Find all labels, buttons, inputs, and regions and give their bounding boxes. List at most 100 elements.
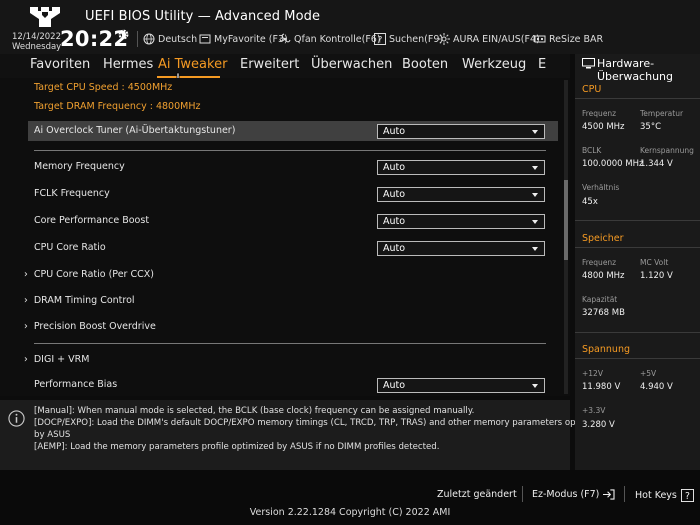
tab-erweitert[interactable]: Erweitert (240, 57, 299, 72)
bottom-separator (522, 486, 523, 502)
chevron-down-icon (532, 220, 538, 224)
section-divider (575, 98, 700, 99)
aura-label: AURA EIN/AUS(F4) (453, 33, 540, 45)
cpu-core-ratio-dropdown[interactable]: Auto (377, 241, 545, 256)
section-divider (575, 247, 700, 248)
ai-overclock-tuner-label[interactable]: Ai Overclock Tuner (Ai-Übertaktungstuner… (34, 125, 235, 136)
v33-label: +3.3V (582, 406, 606, 415)
aura-menu[interactable]: AURA EIN/AUS(F4) (438, 32, 540, 46)
chevron-down-icon (532, 166, 538, 170)
scrollbar-thumb[interactable] (564, 180, 568, 260)
last-modified-label: Zuletzt geändert (437, 489, 517, 500)
section-divider (34, 150, 546, 151)
fclk-frequency-value: Auto (383, 189, 406, 200)
submenu-dram-timing-control[interactable]: › DRAM Timing Control (24, 295, 135, 306)
ez-mode-button[interactable]: Ez-Modus (F7) (532, 489, 615, 500)
language-menu[interactable]: Deutsch (143, 32, 197, 46)
myfavorite-label: MyFavorite (F3) (214, 33, 288, 45)
tab-exit[interactable]: E (538, 57, 546, 72)
bottom-separator (624, 486, 625, 502)
performance-bias-label[interactable]: Performance Bias (34, 379, 117, 390)
submenu-label: Precision Boost Overdrive (33, 321, 156, 332)
mc-volt-value: 1.120 V (640, 271, 673, 281)
resize-bar-menu[interactable]: ReSize BAR (534, 32, 603, 46)
submenu-cpu-core-ratio-per-ccx[interactable]: › CPU Core Ratio (Per CCX) (24, 269, 154, 280)
last-modified-button[interactable]: Zuletzt geändert (437, 489, 517, 500)
fclk-frequency-label[interactable]: FCLK Frequency (34, 188, 110, 199)
tab-booten[interactable]: Booten (402, 57, 448, 72)
header-separator (137, 31, 138, 47)
submenu-label: CPU Core Ratio (Per CCX) (33, 269, 154, 280)
favorite-icon (199, 34, 211, 44)
section-divider (575, 332, 700, 333)
qfan-menu[interactable]: Qfan Kontrolle(F6) (279, 32, 381, 46)
cpu-frequency-label: Frequenz (582, 109, 617, 118)
memory-frequency-label[interactable]: Memory Frequency (34, 161, 125, 172)
qfan-label: Qfan Kontrolle(F6) (294, 33, 381, 45)
target-dram-frequency: Target DRAM Frequency : 4800MHz (34, 101, 201, 112)
exit-arrow-icon (603, 489, 615, 500)
help-line-docp: [DOCP/EXPO]: Load the DIMM's default DOC… (34, 418, 608, 428)
search-menu[interactable]: ? Suchen(F9) (374, 32, 443, 46)
tuf-logo (30, 7, 60, 27)
memory-section-title: Speicher (582, 233, 624, 244)
svg-text:?: ? (378, 36, 383, 46)
v33-value: 3.280 V (582, 420, 615, 430)
section-divider (575, 220, 700, 221)
v12-value: 11.980 V (582, 382, 621, 392)
tab-ai-tweaker[interactable]: Ai Tweaker (158, 57, 227, 72)
v12-label: +12V (582, 369, 603, 378)
performance-bias-value: Auto (383, 380, 406, 391)
mc-volt-label: MC Volt (640, 258, 669, 267)
resize-bar-label: ReSize BAR (549, 33, 604, 45)
hot-keys-label: Hot Keys (635, 490, 677, 501)
info-icon (8, 410, 25, 427)
chevron-down-icon (532, 193, 538, 197)
submenu-label: DIGI + VRM (33, 354, 90, 365)
monitor-icon (582, 58, 595, 69)
submenu-label: DRAM Timing Control (33, 295, 135, 306)
fan-icon (279, 33, 291, 43)
section-divider (575, 358, 700, 359)
aura-icon (438, 33, 450, 45)
help-line-docp-cont: by ASUS (34, 430, 71, 440)
gear-icon[interactable] (117, 28, 130, 41)
ai-overclock-tuner-dropdown[interactable]: Auto (377, 124, 545, 139)
search-icon: ? (374, 33, 386, 45)
ratio-label: Verhältnis (582, 183, 620, 192)
submenu-arrow-icon: › (24, 269, 34, 280)
help-key-icon: ? (680, 489, 694, 502)
chevron-down-icon (532, 384, 538, 388)
weekday-text: Wednesday (12, 42, 62, 52)
submenu-arrow-icon: › (24, 321, 34, 332)
submenu-digi-vrm[interactable]: › DIGI + VRM (24, 354, 89, 365)
search-label: Suchen(F9) (389, 33, 444, 45)
fclk-frequency-dropdown[interactable]: Auto (377, 187, 545, 202)
core-performance-boost-dropdown[interactable]: Auto (377, 214, 545, 229)
svg-text:?: ? (685, 491, 690, 502)
ez-mode-label: Ez-Modus (F7) (532, 489, 600, 500)
memory-frequency-dropdown[interactable]: Auto (377, 160, 545, 175)
language-label: Deutsch (158, 33, 198, 45)
tab-ueberwachen[interactable]: Überwachen (311, 57, 392, 72)
date-text: 12/14/2022 (12, 32, 61, 42)
tab-favoriten[interactable]: Favoriten (30, 57, 90, 72)
performance-bias-dropdown[interactable]: Auto (377, 378, 545, 393)
core-performance-boost-label[interactable]: Core Performance Boost (34, 215, 149, 226)
myfavorite-menu[interactable]: MyFavorite (F3) (199, 32, 288, 46)
bclk-value: 100.0000 MHz (582, 159, 644, 169)
capacity-value: 32768 MB (582, 308, 625, 318)
vcore-label: Kernspannung (640, 146, 694, 155)
cpu-frequency-value: 4500 MHz (582, 122, 625, 132)
hot-keys-button[interactable]: Hot Keys ? (635, 489, 694, 502)
submenu-precision-boost-overdrive[interactable]: › Precision Boost Overdrive (24, 321, 156, 332)
ai-overclock-tuner-value: Auto (383, 126, 406, 137)
tab-werkzeug[interactable]: Werkzeug (462, 57, 526, 72)
section-divider (34, 343, 546, 344)
capacity-label: Kapazität (582, 295, 618, 304)
tab-hermes[interactable]: Hermes (103, 57, 153, 72)
cpu-core-ratio-label[interactable]: CPU Core Ratio (34, 242, 106, 253)
memory-frequency-monitor-label: Frequenz (582, 258, 617, 267)
chevron-down-icon (532, 130, 538, 134)
cpu-temperature-label: Temperatur (640, 109, 684, 118)
